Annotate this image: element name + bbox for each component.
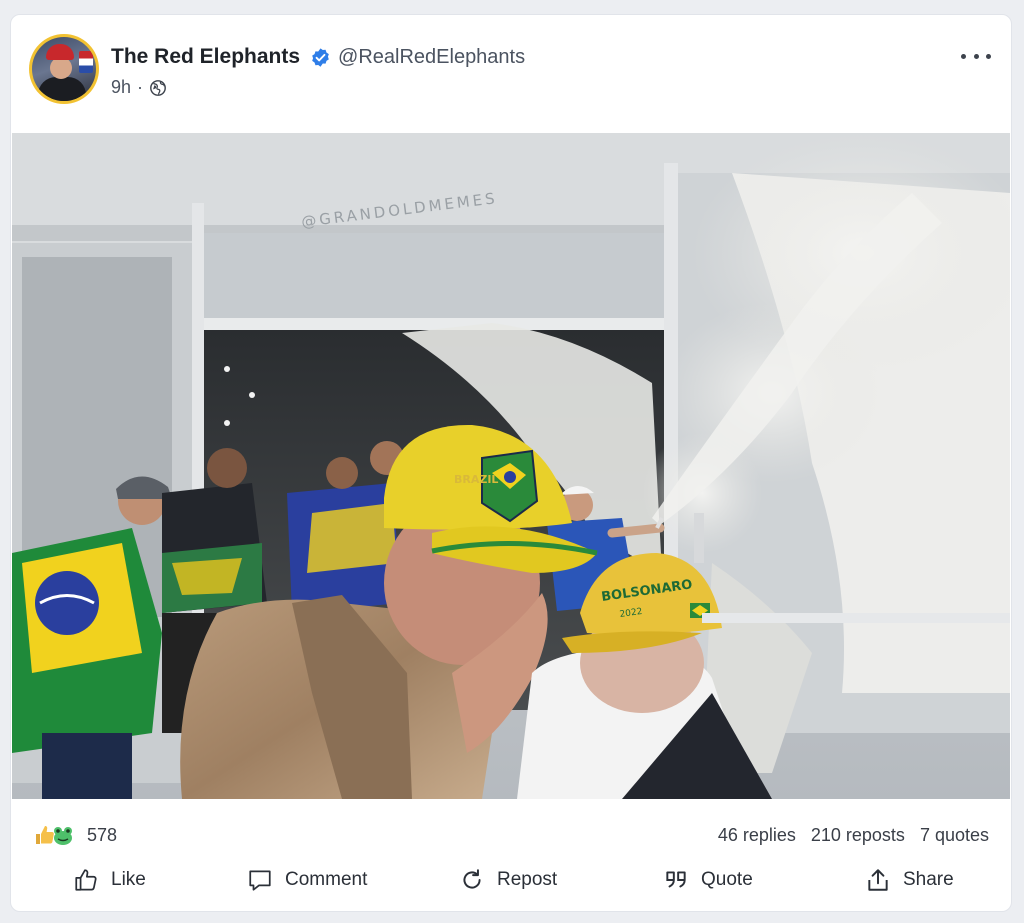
- action-bar: Like Comment Repost Quote Share: [11, 861, 1011, 905]
- frog-icon: [54, 827, 72, 845]
- globe-icon: [150, 79, 166, 96]
- author-handle[interactable]: @RealRedElephants: [338, 46, 525, 69]
- quote-label: Quote: [701, 869, 753, 890]
- post-card: The Red Elephants @RealRedElephants 9h ·: [10, 14, 1012, 912]
- comment-icon: [249, 870, 271, 891]
- author-row: The Red Elephants @RealRedElephants: [111, 45, 525, 69]
- verified-badge-icon: [312, 47, 329, 67]
- meta-separator: ·: [137, 77, 144, 97]
- replies-count[interactable]: 46 replies: [718, 825, 796, 846]
- share-button[interactable]: Share: [865, 867, 954, 893]
- reactions-summary[interactable]: 578: [33, 823, 117, 847]
- post-time[interactable]: 9h: [111, 77, 131, 98]
- post-meta: 9h ·: [111, 77, 167, 98]
- share-label: Share: [903, 869, 954, 890]
- thumbs-up-outline-icon: [75, 869, 97, 891]
- repost-label: Repost: [497, 869, 558, 890]
- avatar[interactable]: [29, 34, 99, 104]
- like-button[interactable]: Like: [73, 867, 146, 893]
- reaction-icons: [33, 823, 79, 847]
- cap-text-left: BRAZIL: [454, 473, 498, 486]
- post-image[interactable]: @GRANDOLDMEMES BRAZIL BOLSONARO 2022: [12, 133, 1010, 799]
- quotes-count[interactable]: 7 quotes: [920, 825, 989, 846]
- avatar-image: [32, 37, 96, 101]
- repost-button[interactable]: Repost: [459, 867, 557, 893]
- like-label: Like: [111, 869, 146, 890]
- quote-button[interactable]: Quote: [663, 867, 753, 893]
- post-stats: 578 46 replies 210 reposts 7 quotes: [11, 815, 1011, 855]
- comment-label: Comment: [285, 869, 368, 890]
- reposts-count[interactable]: 210 reposts: [811, 825, 905, 846]
- quote-icon: [666, 871, 686, 888]
- protest-scene-illustration: @GRANDOLDMEMES BRAZIL BOLSONARO 2022: [12, 133, 1010, 799]
- author-name[interactable]: The Red Elephants: [111, 45, 300, 69]
- repost-icon: [463, 869, 481, 889]
- more-dot-icon: [973, 53, 979, 59]
- engagement-counts: 46 replies 210 reposts 7 quotes: [703, 825, 989, 846]
- more-dot-icon: [961, 53, 966, 59]
- reaction-count: 578: [87, 824, 118, 845]
- comment-button[interactable]: Comment: [247, 867, 367, 893]
- more-options-button[interactable]: [961, 49, 991, 63]
- post-header: The Red Elephants @RealRedElephants 9h ·: [11, 15, 1011, 131]
- share-icon: [868, 869, 888, 891]
- more-dot-icon: [986, 53, 991, 59]
